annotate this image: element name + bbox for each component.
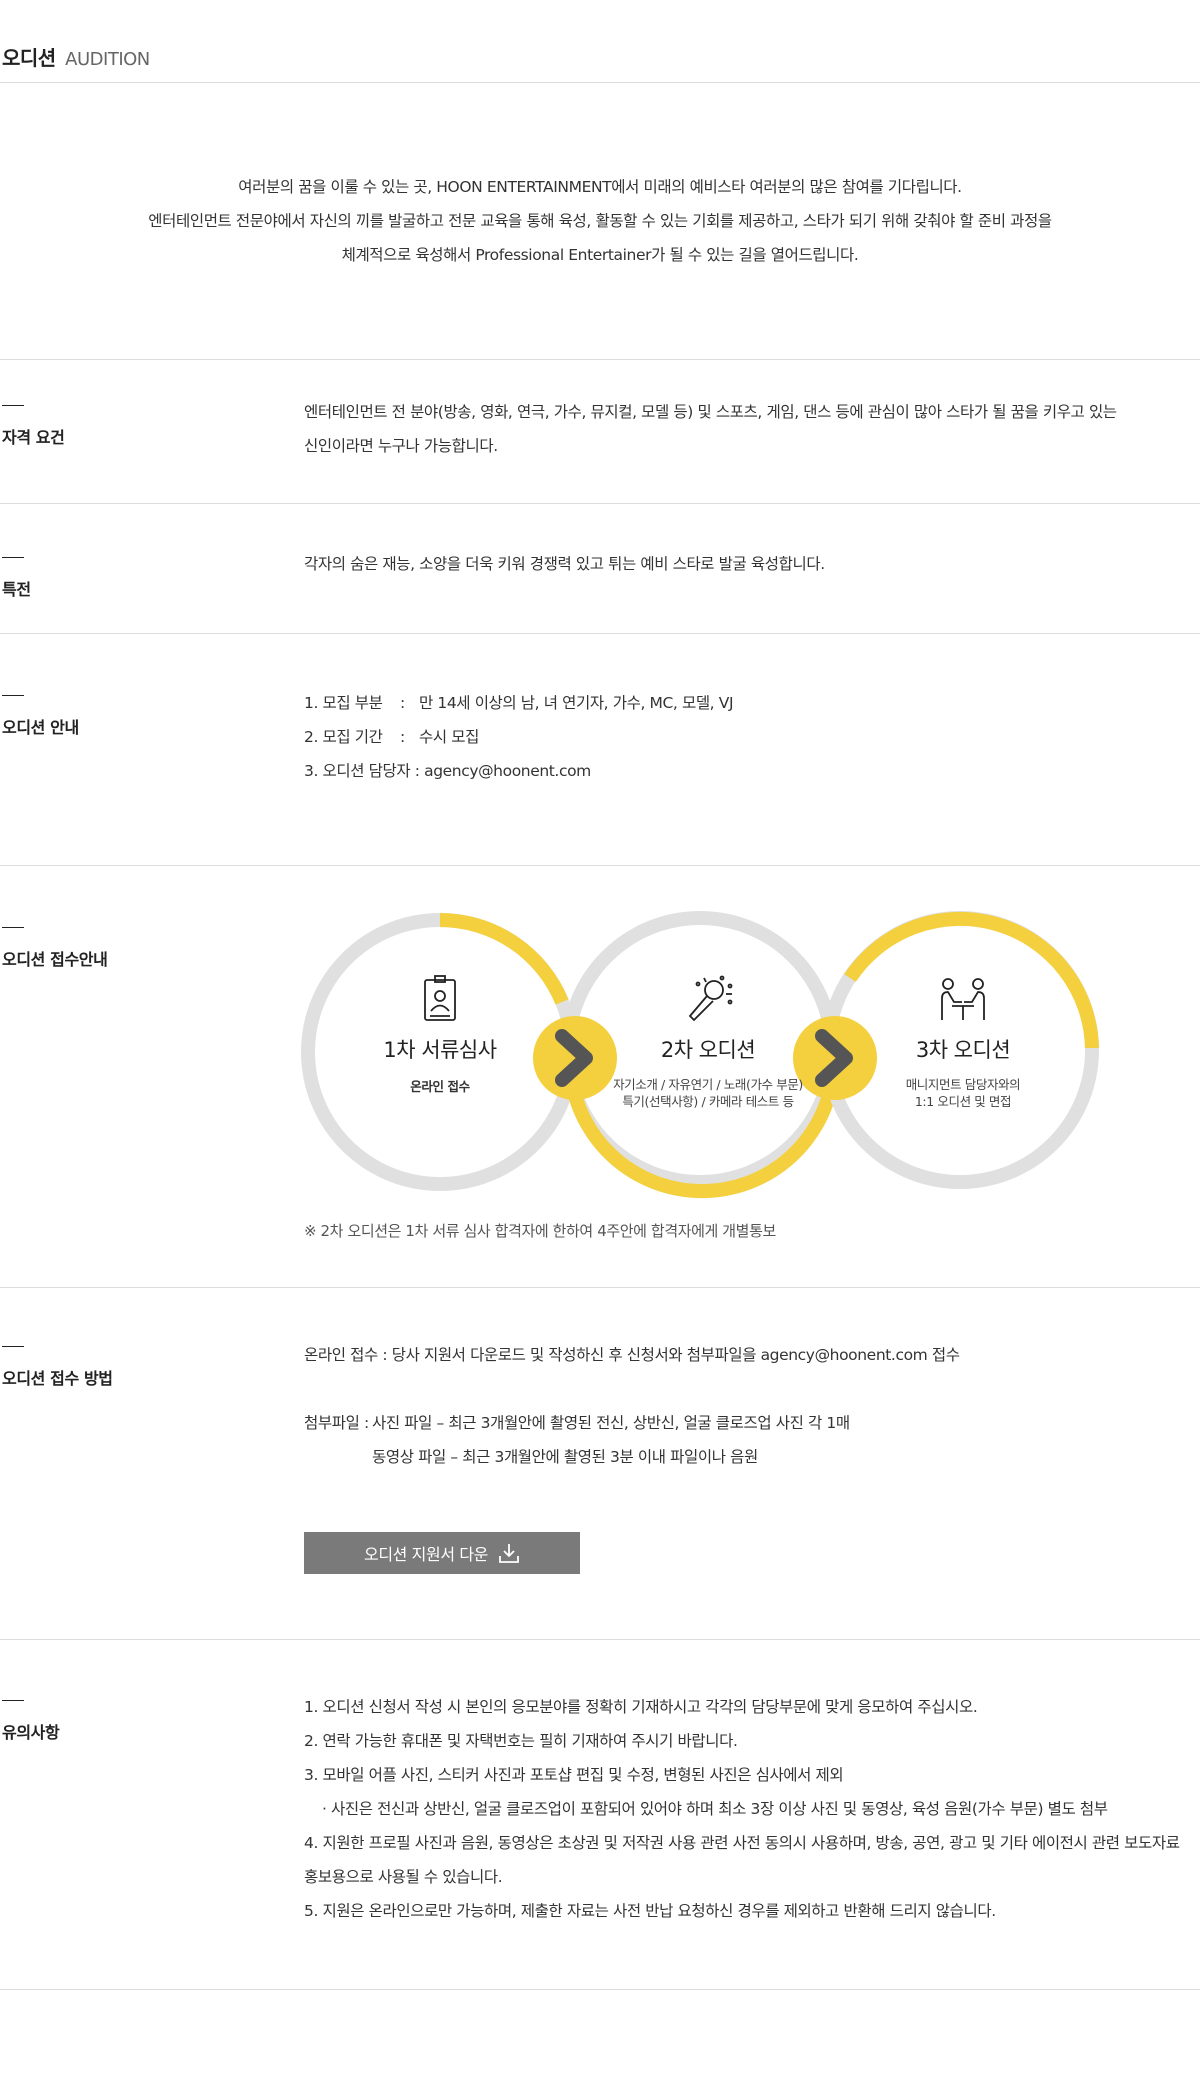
step-3-text: 3차 오디션 매니지먼트 담당자와의 1:1 오디션 및 면접 bbox=[863, 1034, 1063, 1110]
step-title: 2차 오디션 bbox=[660, 1038, 756, 1062]
qualification-section: 자격 요건 엔터테인먼트 전 분야(방송, 영화, 연극, 가수, 뮤지컬, 모… bbox=[0, 360, 1200, 504]
intro-section: 여러분의 꿈을 이룰 수 있는 곳, HOON ENTERTAINMENT에서 … bbox=[0, 84, 1200, 360]
guide-row-label: 1. 모집 부분 bbox=[304, 694, 383, 712]
guide-row: 3. 오디션 담당자 : agency@hoonent.com bbox=[304, 754, 733, 788]
notice-line: 2. 연락 가능한 휴대폰 및 자택번호는 필히 기재하여 주시기 바랍니다. bbox=[304, 1732, 738, 1750]
guide-row: 2. 모집 기간: 수시 모집 bbox=[304, 720, 733, 754]
intro-line: 여러분의 꿈을 이룰 수 있는 곳, HOON ENTERTAINMENT에서 … bbox=[238, 178, 962, 196]
guide-row-sep: : bbox=[400, 728, 405, 746]
step-desc: 매니지먼트 담당자와의 bbox=[905, 1077, 1021, 1092]
section-label: 자격 요건 bbox=[2, 405, 65, 448]
intro-line: 엔터테인먼트 전문야에서 자신의 끼를 발굴하고 전문 교육을 통해 육성, 활… bbox=[148, 212, 1052, 230]
guide-row-label: 2. 모집 기간 bbox=[304, 728, 383, 746]
section-title: 특전 bbox=[2, 580, 31, 599]
method-online-row: 온라인 접수 : 당사 지원서 다운로드 및 작성하신 후 신청서와 첨부파일을… bbox=[304, 1338, 960, 1372]
guide-body: 1. 모집 부분: 만 14세 이상의 남, 녀 연기자, 가수, MC, 모델,… bbox=[304, 686, 734, 788]
section-title: 유의사항 bbox=[2, 1723, 60, 1742]
step-2-text: 2차 오디션 자기소개 / 자유연기 / 노래(가수 부문) 특기(선택사항) … bbox=[608, 1034, 808, 1110]
section-label: 오디션 안내 bbox=[2, 695, 79, 738]
step-desc: 자기소개 / 자유연기 / 노래(가수 부문) bbox=[613, 1077, 803, 1092]
step-title: 3차 오디션 bbox=[915, 1038, 1011, 1062]
notice-line: 4. 지원한 프로필 사진과 음원, 동영상은 초상권 및 저작권 사용 관련 … bbox=[304, 1834, 1180, 1852]
guide-row-label: 3. 오디션 담당자 : bbox=[304, 762, 420, 780]
section-dash bbox=[2, 557, 24, 558]
process-note: ※ 2차 오디션은 1차 서류 심사 합격자에 한하여 4주안에 합격자에게 개… bbox=[304, 1222, 776, 1240]
microphone-icon bbox=[688, 975, 733, 1022]
section-dash bbox=[2, 695, 24, 696]
qualification-line: 엔터테인먼트 전 분야(방송, 영화, 연극, 가수, 뮤지컬, 모델 등) 및… bbox=[304, 403, 1117, 421]
benefits-body: 각자의 숨은 재능, 소양을 더욱 키워 경쟁력 있고 튀는 예비 스타로 발굴… bbox=[304, 547, 825, 581]
guide-section: 오디션 안내 1. 모집 부분: 만 14세 이상의 남, 녀 연기자, 가수, … bbox=[0, 634, 1200, 866]
notice-line: 5. 지원은 온라인으로만 가능하며, 제출한 자료는 사전 반납 요청하신 경… bbox=[304, 1902, 996, 1920]
method-online-text: 당사 지원서 다운로드 및 작성하신 후 신청서와 첨부파일을 agency@h… bbox=[391, 1346, 960, 1364]
page-header: 오디션 AUDITION bbox=[0, 0, 1200, 83]
notice-line: 홍보용으로 사용될 수 있습니다. bbox=[304, 1868, 503, 1886]
intro-line: 체계적으로 육성해서 Professional Entertainer가 될 수… bbox=[341, 246, 859, 264]
notice-line: 1. 오디션 신청서 작성 시 본인의 응모분야를 정확히 기재하시고 각각의 … bbox=[304, 1698, 978, 1716]
method-online-label: 온라인 접수 : bbox=[304, 1346, 388, 1364]
section-dash bbox=[2, 927, 24, 928]
section-title: 오디션 접수안내 bbox=[2, 950, 108, 969]
page-title-sub: AUDITION bbox=[65, 49, 150, 70]
section-title: 자격 요건 bbox=[2, 428, 65, 447]
method-attach-row: 첨부파일 : 사진 파일 – 최근 3개월안에 촬영된 전신, 상반신, 얼굴 클… bbox=[304, 1406, 960, 1440]
guide-row-value[interactable]: agency@hoonent.com bbox=[424, 762, 591, 780]
section-dash bbox=[2, 1700, 24, 1701]
step-desc: 특기(선택사항) / 카메라 테스트 등 bbox=[622, 1094, 794, 1109]
step-desc: 1:1 오디션 및 면접 bbox=[914, 1094, 1012, 1109]
download-application-button[interactable]: 오디션 지원서 다운 bbox=[304, 1532, 580, 1574]
page-title: 오디션 AUDITION bbox=[2, 42, 150, 71]
method-body: 온라인 접수 : 당사 지원서 다운로드 및 작성하신 후 신청서와 첨부파일을… bbox=[304, 1338, 960, 1474]
page-title-main: 오디션 bbox=[2, 46, 56, 70]
section-title: 오디션 접수 방법 bbox=[2, 1369, 113, 1388]
section-label: 특전 bbox=[2, 557, 31, 600]
interview-icon bbox=[941, 978, 985, 1020]
step-desc: 온라인 접수 bbox=[410, 1079, 470, 1094]
section-label: 오디션 접수안내 bbox=[2, 927, 108, 970]
notice-line: 3. 모바일 어플 사진, 스티커 사진과 포토샵 편집 및 수정, 변형된 사… bbox=[304, 1766, 844, 1784]
benefits-text: 각자의 숨은 재능, 소양을 더욱 키워 경쟁력 있고 튀는 예비 스타로 발굴… bbox=[304, 555, 825, 573]
download-button-label: 오디션 지원서 다운 bbox=[364, 1545, 488, 1564]
section-label: 오디션 접수 방법 bbox=[2, 1346, 113, 1389]
method-attach-line-row: 동영상 파일 – 최근 3개월안에 촬영된 3분 이내 파일이나 음원 bbox=[304, 1440, 960, 1474]
id-badge-icon bbox=[424, 975, 456, 1021]
guide-row-sep: : bbox=[400, 694, 405, 712]
method-attach-line: 동영상 파일 – 최근 3개월안에 촬영된 3분 이내 파일이나 음원 bbox=[372, 1448, 758, 1466]
process-section: 오디션 접수안내 1차 서류심사 온라인 접수 2차 오디션 자기소개 / 자유… bbox=[0, 866, 1200, 1288]
method-attach-label: 첨부파일 : bbox=[304, 1414, 369, 1432]
arrow-connector-1 bbox=[533, 1016, 617, 1100]
section-title: 오디션 안내 bbox=[2, 718, 79, 737]
step-1-text: 1차 서류심사 온라인 접수 bbox=[340, 1034, 540, 1095]
section-dash bbox=[2, 405, 24, 406]
qualification-body: 엔터테인먼트 전 분야(방송, 영화, 연극, 가수, 뮤지컬, 모델 등) 및… bbox=[304, 395, 1117, 463]
download-icon bbox=[499, 1544, 519, 1563]
benefits-section: 특전 각자의 숨은 재능, 소양을 더욱 키워 경쟁력 있고 튀는 예비 스타로… bbox=[0, 504, 1200, 634]
section-label: 유의사항 bbox=[2, 1700, 60, 1743]
notice-body: 1. 오디션 신청서 작성 시 본인의 응모분야를 정확히 기재하시고 각각의 … bbox=[304, 1690, 1184, 1928]
notice-line: · 사진은 전신과 상반신, 얼굴 클로즈업이 포함되어 있어야 하며 최소 3… bbox=[322, 1800, 1108, 1818]
method-attach-line: 사진 파일 – 최근 3개월안에 촬영된 전신, 상반신, 얼굴 클로즈업 사진… bbox=[372, 1414, 850, 1432]
guide-row-value: 만 14세 이상의 남, 녀 연기자, 가수, MC, 모델, VJ bbox=[419, 694, 734, 712]
notice-section: 유의사항 1. 오디션 신청서 작성 시 본인의 응모분야를 정확히 기재하시고… bbox=[0, 1640, 1200, 1990]
section-dash bbox=[2, 1346, 24, 1347]
guide-row-value: 수시 모집 bbox=[419, 728, 479, 746]
step-title: 1차 서류심사 bbox=[383, 1038, 497, 1062]
guide-row: 1. 모집 부분: 만 14세 이상의 남, 녀 연기자, 가수, MC, 모델,… bbox=[304, 686, 734, 720]
qualification-line: 신인이라면 누구나 가능합니다. bbox=[304, 437, 498, 455]
method-section: 오디션 접수 방법 온라인 접수 : 당사 지원서 다운로드 및 작성하신 후 … bbox=[0, 1288, 1200, 1640]
